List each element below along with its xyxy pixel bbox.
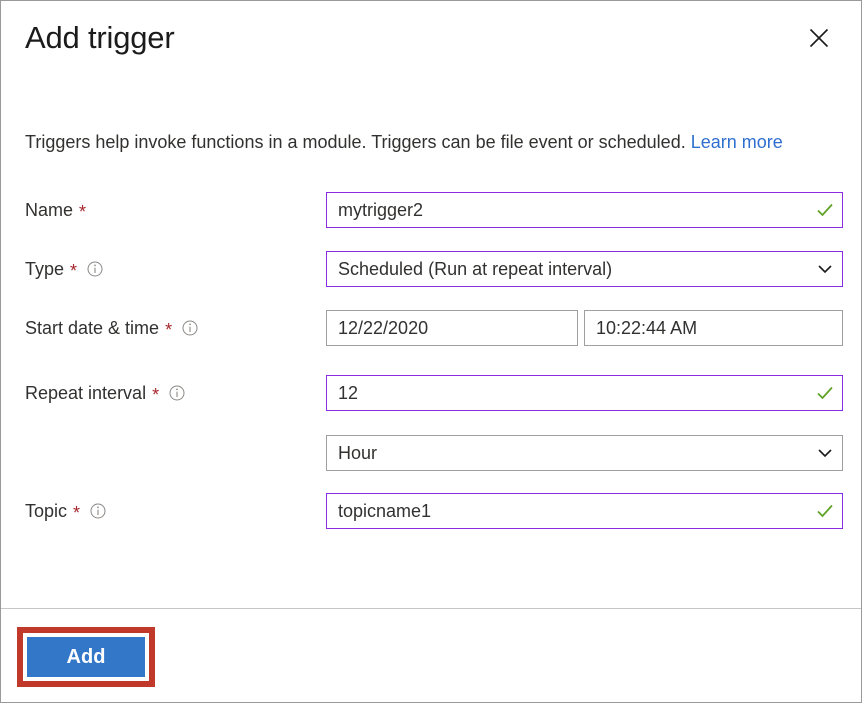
description-text: Triggers help invoke functions in a modu… [25,132,686,152]
required-asterisk: * [165,320,173,340]
label-start-date-time-text: Start date & time [25,317,160,338]
form-row-topic: Topic * [1,493,861,529]
label-name: Name * [25,192,86,228]
label-topic: Topic * [25,493,106,529]
repeat-unit-value: Hour [338,443,378,463]
form-row-type: Type * Scheduled (Run at repeat interval… [1,251,861,287]
form-row-name: Name * [1,192,861,228]
type-dropdown[interactable]: Scheduled (Run at repeat interval) [326,251,843,287]
required-asterisk: * [73,503,81,523]
info-icon[interactable] [182,320,198,336]
topic-input[interactable] [327,493,808,529]
validation-check-icon [808,193,842,227]
start-time-input[interactable] [585,310,842,346]
repeat-interval-input[interactable] [327,375,808,411]
label-type-text: Type [25,258,65,279]
validation-check-icon [808,376,842,410]
chevron-down-icon[interactable] [808,436,842,470]
form-row-start-date-time: Start date & time * [1,310,861,346]
chevron-down-icon[interactable] [808,252,842,286]
dialog-header: Add trigger [1,1,861,81]
label-repeat-interval: Repeat interval * [25,375,185,411]
info-icon[interactable] [90,503,106,519]
form-row-repeat-interval: Repeat interval * [1,375,861,411]
required-asterisk: * [70,261,78,281]
repeat-unit-dropdown[interactable]: Hour [326,435,843,471]
type-value: Scheduled (Run at repeat interval) [338,259,613,279]
label-topic-text: Topic [25,500,68,521]
form-row-repeat-unit: Hour [1,435,861,471]
label-name-text: Name [25,199,74,220]
info-icon[interactable] [169,385,185,401]
start-date-field-container[interactable] [326,310,604,346]
page-title: Add trigger [25,20,175,55]
name-field-container[interactable] [326,192,843,228]
add-trigger-dialog: Add trigger Triggers help invoke functio… [0,0,862,703]
start-date-input[interactable] [327,310,578,346]
required-asterisk: * [152,385,160,405]
info-icon[interactable] [87,261,103,277]
footer-divider [1,608,861,609]
validation-check-icon [808,494,842,528]
label-start-date-time: Start date & time * [25,310,198,346]
name-input[interactable] [327,192,808,228]
close-icon [808,27,830,49]
add-button[interactable]: Add [27,637,145,677]
repeat-interval-field-container[interactable] [326,375,843,411]
dialog-description: Triggers help invoke functions in a modu… [25,129,845,155]
topic-field-container[interactable] [326,493,843,529]
start-time-field-container[interactable] [584,310,843,346]
label-repeat-interval-text: Repeat interval [25,382,147,403]
label-type: Type * [25,251,103,287]
learn-more-link[interactable]: Learn more [691,132,783,152]
close-button[interactable] [801,21,837,55]
required-asterisk: * [79,202,87,222]
